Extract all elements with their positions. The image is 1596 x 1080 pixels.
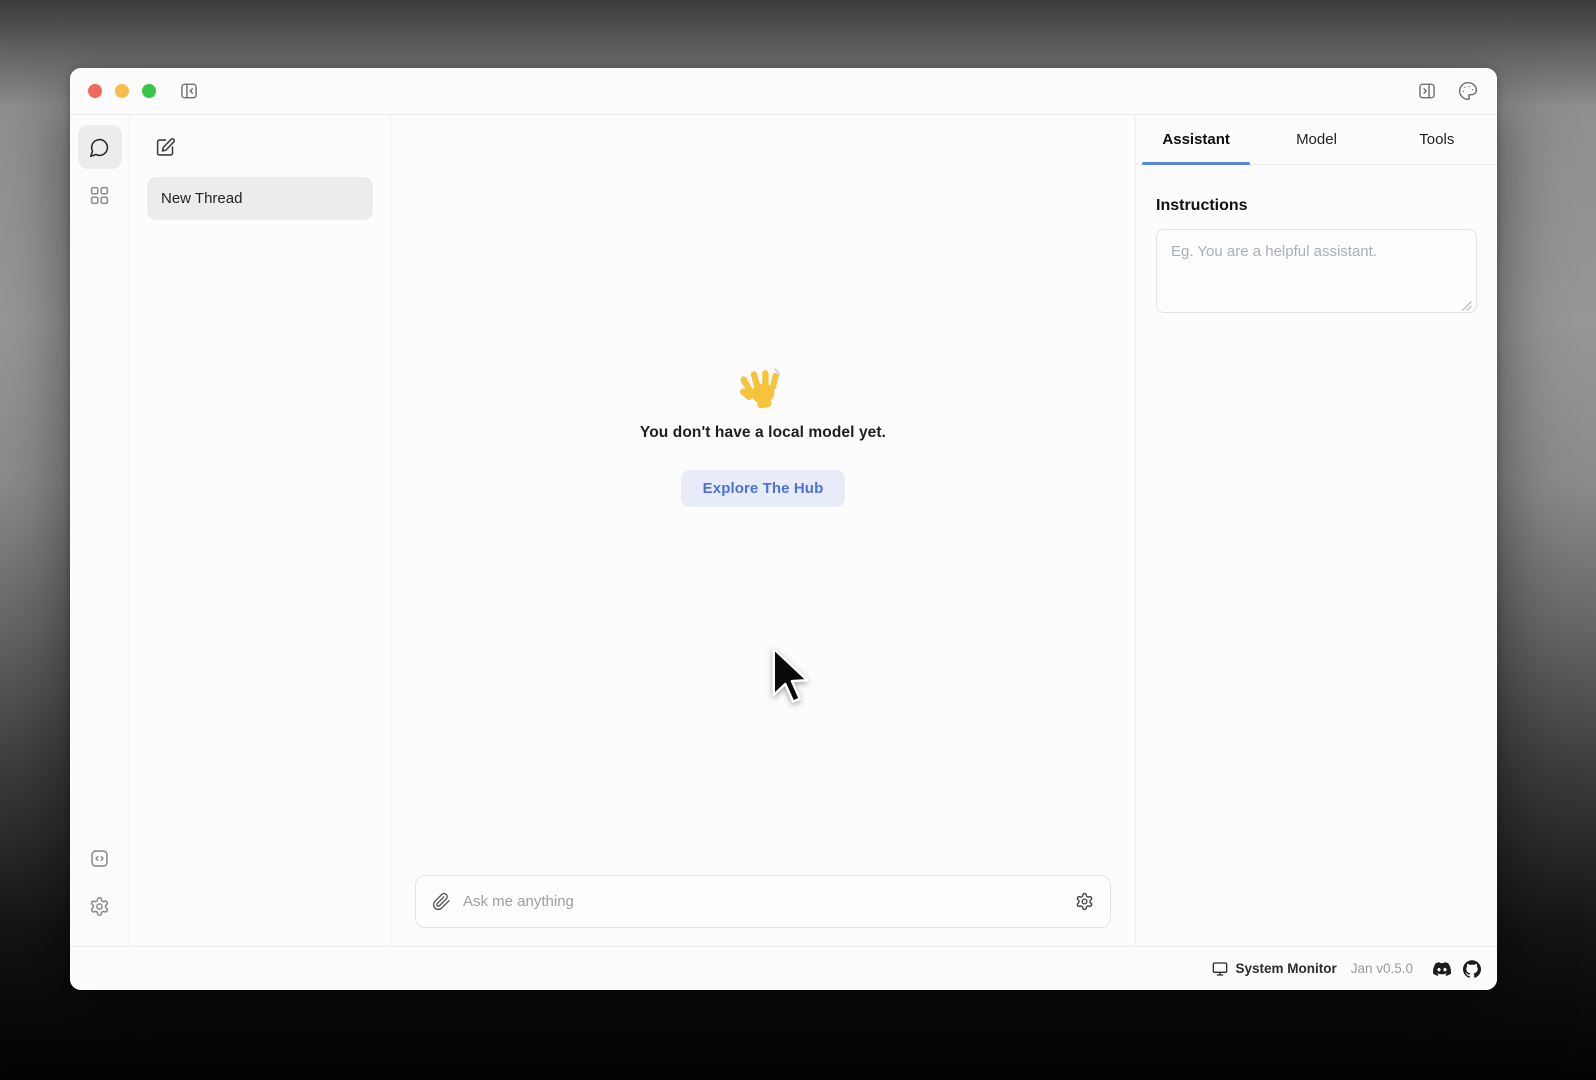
inference-settings-button[interactable] <box>1075 892 1094 911</box>
monitor-icon <box>1212 961 1228 977</box>
right-panel-tabs: Assistant Model Tools <box>1136 115 1497 165</box>
threads-panel: New Thread <box>130 115 391 946</box>
sidebar-item-threads[interactable] <box>78 125 122 169</box>
collapse-left-panel-icon[interactable] <box>178 80 200 102</box>
app-body: New Thread <box>70 115 1497 946</box>
sidebar-item-settings[interactable] <box>78 884 122 928</box>
waving-hand-emoji <box>740 364 786 410</box>
instructions-box <box>1156 229 1477 318</box>
empty-state: You don't have a local model yet. Explor… <box>391 115 1135 875</box>
code-square-icon <box>89 848 110 869</box>
empty-state-message: You don't have a local model yet. <box>640 424 886 442</box>
threads-toolbar <box>147 129 373 165</box>
sidebar-item-hub[interactable] <box>78 173 122 217</box>
discord-icon[interactable] <box>1433 960 1451 978</box>
toggle-right-panel-icon[interactable] <box>1416 80 1438 102</box>
minimize-button[interactable] <box>115 84 129 98</box>
github-icon[interactable] <box>1463 960 1481 978</box>
new-thread-pencil-icon[interactable] <box>152 134 178 160</box>
chat-input-bar <box>415 875 1111 928</box>
titlebar-right-actions <box>1416 80 1479 102</box>
theme-palette-icon[interactable] <box>1457 80 1479 102</box>
traffic-lights <box>88 84 156 98</box>
explore-hub-button[interactable]: Explore The Hub <box>681 470 846 507</box>
thread-title: New Thread <box>161 190 242 207</box>
chat-message-input[interactable] <box>463 893 1075 910</box>
app-window: New Thread <box>70 68 1497 990</box>
tab-tools[interactable]: Tools <box>1377 115 1497 164</box>
assistant-panel: Assistant Model Tools Instructions <box>1135 115 1497 946</box>
attach-file-button[interactable] <box>432 892 451 911</box>
chat-main: You don't have a local model yet. Explor… <box>391 115 1135 946</box>
tab-assistant[interactable]: Assistant <box>1136 115 1256 164</box>
instructions-textarea[interactable] <box>1156 229 1477 313</box>
titlebar <box>70 68 1497 115</box>
assistant-tab-content: Instructions <box>1136 165 1497 338</box>
speech-bubble-icon <box>89 137 110 158</box>
thread-list-item[interactable]: New Thread <box>147 177 373 220</box>
gear-icon <box>89 896 110 917</box>
sidebar-item-local-api-server[interactable] <box>78 836 122 880</box>
icon-rail <box>70 115 130 946</box>
paperclip-icon <box>432 892 451 911</box>
close-button[interactable] <box>88 84 102 98</box>
zoom-button[interactable] <box>142 84 156 98</box>
tab-model[interactable]: Model <box>1256 115 1376 164</box>
system-monitor-button[interactable]: System Monitor <box>1212 961 1336 977</box>
grid-icon <box>89 185 110 206</box>
desktop-background: { "titlebar": { "traffic_lights": ["clos… <box>0 0 1596 1080</box>
social-links <box>1433 960 1481 978</box>
instructions-heading: Instructions <box>1156 197 1477 215</box>
system-monitor-label: System Monitor <box>1235 961 1336 976</box>
gear-icon <box>1075 892 1094 911</box>
app-version-label: Jan v0.5.0 <box>1351 961 1413 976</box>
statusbar: System Monitor Jan v0.5.0 <box>70 946 1497 990</box>
